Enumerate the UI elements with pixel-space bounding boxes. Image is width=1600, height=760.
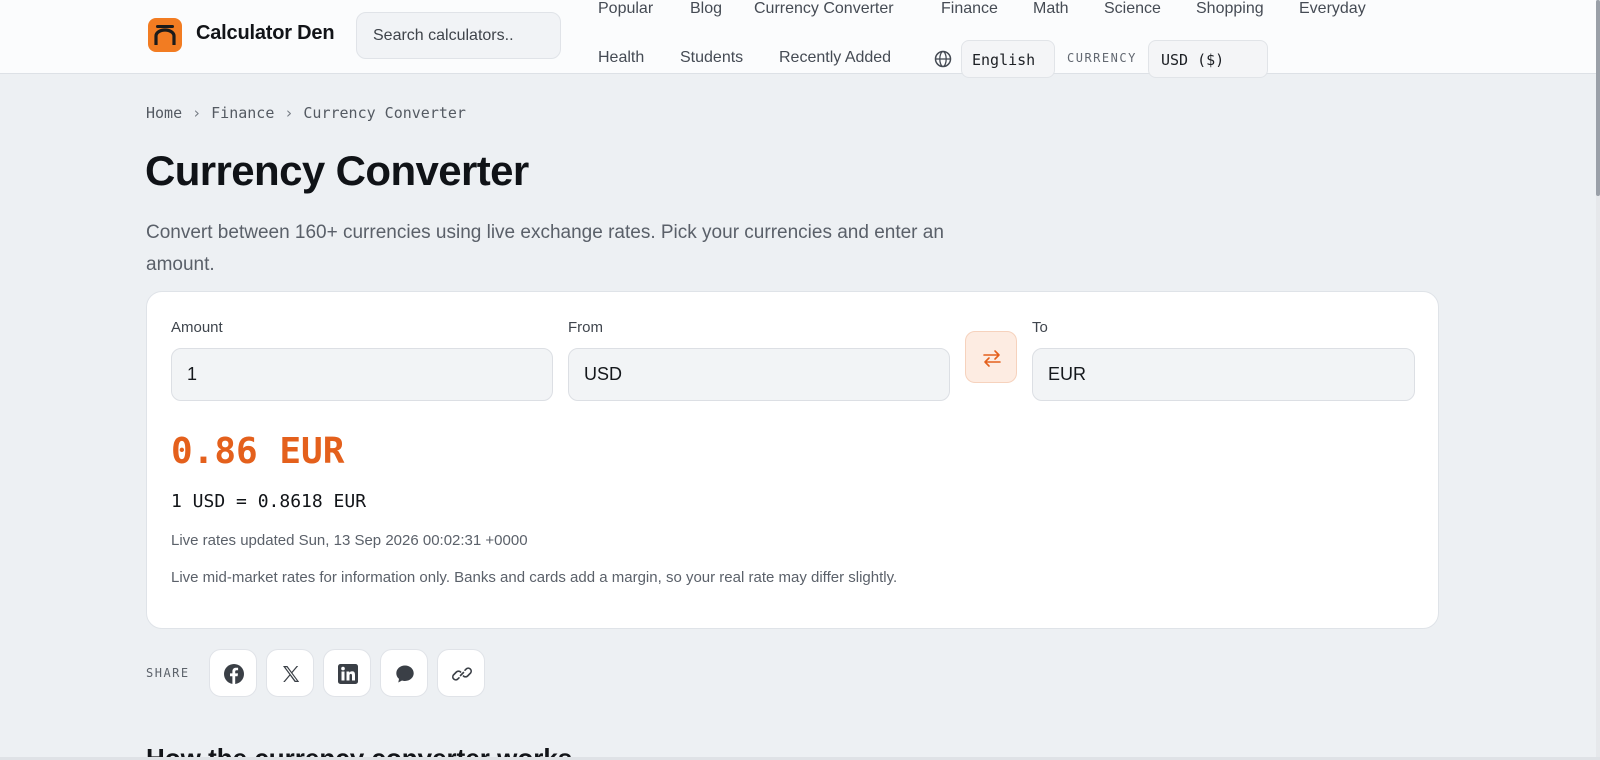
nav-math[interactable]: Math	[1033, 0, 1069, 18]
conversion-result: 0.86 EUR	[171, 431, 345, 472]
page-description: Convert between 160+ currencies using li…	[146, 222, 944, 275]
nav-science[interactable]: Science	[1104, 0, 1161, 18]
share-label: SHARE	[146, 666, 190, 680]
nav-finance[interactable]: Finance	[941, 0, 998, 18]
breadcrumb-home[interactable]: Home	[146, 104, 182, 122]
breadcrumb: Home › Finance › Currency Converter	[146, 104, 466, 122]
amount-input[interactable]	[171, 348, 553, 401]
nav-popular[interactable]: Popular	[598, 0, 653, 18]
converter-card: Amount From USD To EUR 0.86 EUR 1 USD = …	[146, 291, 1439, 629]
share-copy-link-button[interactable]	[437, 649, 485, 697]
nav-recently-added[interactable]: Recently Added	[779, 49, 891, 67]
breadcrumb-current: Currency Converter	[303, 104, 466, 122]
language-select[interactable]: English	[961, 40, 1055, 78]
nav-everyday[interactable]: Everyday	[1299, 0, 1366, 18]
scrollbar-thumb[interactable]	[1596, 0, 1600, 196]
facebook-icon	[224, 664, 244, 684]
linkedin-icon	[338, 664, 358, 684]
nav-health[interactable]: Health	[598, 49, 644, 67]
nav-currency-converter[interactable]: Currency Converter	[754, 0, 894, 18]
breadcrumb-separator: ›	[284, 104, 294, 122]
to-label: To	[1032, 319, 1048, 336]
swap-arrows-icon	[983, 350, 1001, 367]
calculator-den-logo-icon[interactable]	[148, 18, 182, 52]
brand-name[interactable]: Calculator Den	[196, 22, 335, 45]
exchange-rate-line: 1 USD = 0.8618 EUR	[171, 491, 367, 512]
globe-icon	[934, 50, 952, 68]
nav-blog[interactable]: Blog	[690, 0, 722, 18]
rates-disclaimer: Live mid-market rates for information on…	[171, 569, 898, 586]
currency-select[interactable]: USD ($)	[1148, 40, 1268, 78]
nav-shopping[interactable]: Shopping	[1196, 0, 1264, 18]
site-header: Calculator Den Popular Blog Currency Con…	[0, 0, 1600, 78]
breadcrumb-finance[interactable]: Finance	[211, 104, 274, 122]
share-message-button[interactable]	[380, 649, 428, 697]
message-icon	[396, 665, 414, 683]
link-icon	[452, 667, 472, 681]
breadcrumb-separator: ›	[192, 104, 202, 122]
nav-students[interactable]: Students	[680, 49, 743, 67]
amount-label: Amount	[171, 319, 223, 336]
swap-currencies-button[interactable]	[965, 331, 1017, 383]
rates-updated-text: Live rates updated Sun, 13 Sep 2026 00:0…	[171, 532, 528, 549]
from-label: From	[568, 319, 603, 336]
currency-label: CURRENCY	[1067, 51, 1137, 65]
share-x-button[interactable]	[266, 649, 314, 697]
from-currency-select[interactable]: USD	[568, 348, 950, 401]
share-facebook-button[interactable]	[209, 649, 257, 697]
to-currency-select[interactable]: EUR	[1032, 348, 1415, 401]
share-linkedin-button[interactable]	[323, 649, 371, 697]
search-input[interactable]	[356, 12, 561, 59]
page-title: Currency Converter	[145, 147, 529, 194]
page-scrollbar[interactable]	[1596, 0, 1600, 760]
x-icon	[283, 666, 300, 682]
